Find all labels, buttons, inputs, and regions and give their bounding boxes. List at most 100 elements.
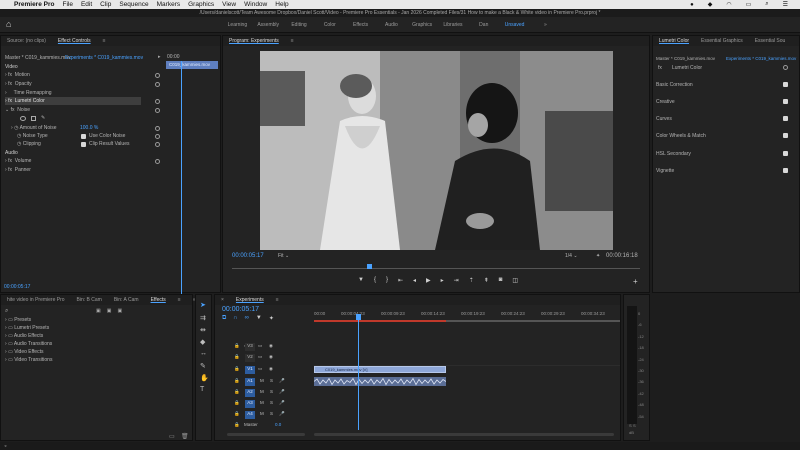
reset-icon[interactable]	[155, 82, 160, 87]
go-to-out-icon[interactable]: ⇥	[454, 277, 459, 287]
effect-row-time-remapping[interactable]: › Time Remapping	[5, 90, 52, 96]
32bit-effects-icon[interactable]: ▣	[107, 308, 112, 314]
amount-value[interactable]: 100.0 %	[80, 125, 98, 131]
menu-sequence[interactable]: Sequence	[119, 1, 148, 8]
eye-icon[interactable]: ◉	[269, 343, 273, 349]
creative-checkbox[interactable]	[783, 99, 788, 104]
track-label-a2[interactable]: A2	[245, 389, 255, 397]
vignette-checkbox[interactable]	[783, 168, 788, 173]
video-clip[interactable]: C019_kammies.mov [V]	[314, 366, 446, 373]
tab-bin-b-cam[interactable]: Bin: B Cam	[71, 297, 108, 303]
reset-icon[interactable]	[155, 142, 160, 147]
expand-chevron-icon[interactable]: ›	[5, 72, 7, 78]
meter-solo-left[interactable]: S	[629, 423, 632, 428]
track-label-v3[interactable]: V3	[245, 343, 255, 351]
solo-icon[interactable]: S	[270, 389, 273, 394]
toggle-output-icon[interactable]: ▭	[258, 354, 262, 360]
workspace-dan[interactable]: Dan	[468, 22, 499, 28]
hsl-secondary-checkbox[interactable]	[783, 151, 788, 156]
razor-tool-icon[interactable]: ◆	[200, 338, 205, 346]
voiceover-icon[interactable]: 🎤	[279, 378, 285, 384]
effect-row-volume[interactable]: › fx Volume	[5, 158, 31, 164]
nest-icon[interactable]: ⧉	[222, 315, 226, 322]
mute-icon[interactable]: M	[260, 378, 264, 383]
timeline-playhead-line[interactable]	[358, 318, 359, 430]
voiceover-icon[interactable]: 🎤	[279, 411, 285, 417]
dropbox-icon[interactable]: ◆	[708, 1, 713, 8]
hand-tool-icon[interactable]: ✋	[200, 374, 209, 382]
stopwatch-icon[interactable]: ◷	[14, 125, 18, 131]
effect-row-panner[interactable]: › fx Panner	[5, 167, 31, 173]
menu-view[interactable]: View	[222, 1, 236, 8]
type-tool-icon[interactable]: T	[200, 386, 204, 393]
reset-icon[interactable]	[155, 108, 160, 113]
menu-app-name[interactable]: Premiere Pro	[14, 1, 54, 8]
lock-icon[interactable]: 🔒	[234, 422, 240, 427]
track-label-v1[interactable]: V1	[245, 366, 255, 374]
battery-icon[interactable]: ▭	[746, 1, 752, 8]
slip-tool-icon[interactable]: ↔	[200, 350, 207, 357]
lock-icon[interactable]: 🔒	[234, 411, 240, 416]
panel-menu-icon[interactable]: ≡	[97, 38, 112, 44]
effect-row-opacity[interactable]: › fx Opacity	[5, 81, 32, 87]
master-value[interactable]: 0.0	[275, 422, 281, 427]
expand-chevron-icon[interactable]: ›	[5, 158, 7, 164]
expand-chevron-icon[interactable]: ›	[5, 81, 7, 87]
reset-icon[interactable]	[155, 126, 160, 131]
section-basic-correction[interactable]: Basic Correction	[656, 82, 693, 88]
solo-icon[interactable]: S	[270, 400, 273, 405]
list-item[interactable]: › ▭ Video Transitions	[5, 357, 52, 363]
tab-program[interactable]: Program: Experiments	[223, 38, 285, 44]
lumetri-sequence-label[interactable]: Experiments * C019_kammies.mov	[726, 56, 796, 61]
menu-file[interactable]: File	[62, 1, 72, 8]
ellipse-mask-icon[interactable]	[20, 116, 26, 121]
lumetri-fx-dropdown[interactable]: Lumetri Color	[672, 65, 702, 71]
list-item[interactable]: › ▭ Lumetri Presets	[5, 325, 49, 331]
reset-icon[interactable]	[155, 134, 160, 139]
meter-solo-right[interactable]: S	[633, 423, 636, 428]
creative-cloud-icon[interactable]: ●	[690, 2, 694, 8]
mute-icon[interactable]: M	[260, 411, 264, 416]
expand-chevron-icon[interactable]: ›	[5, 167, 7, 173]
section-hsl-secondary[interactable]: HSL Secondary	[656, 151, 691, 157]
settings-wrench-icon[interactable]: ✦	[596, 253, 600, 259]
workspace-learning[interactable]: Learning	[222, 22, 253, 28]
track-label-v2[interactable]: V2	[245, 354, 255, 362]
ec-sequence-label[interactable]: Experiments * C019_kammies.mov	[65, 55, 143, 61]
mute-icon[interactable]: M	[260, 389, 264, 394]
menu-window[interactable]: Window	[244, 1, 267, 8]
tab-effects[interactable]: Effects	[145, 297, 172, 303]
clip-result-checkbox[interactable]	[81, 142, 86, 147]
menu-help[interactable]: Help	[275, 1, 288, 8]
list-item[interactable]: › ▭ Audio Effects	[5, 333, 43, 339]
notification-icon[interactable]: ☰	[783, 1, 788, 8]
stopwatch-icon[interactable]: ◷	[17, 141, 21, 147]
list-item[interactable]: › ▭ Video Effects	[5, 349, 43, 355]
panel-menu-icon[interactable]: ≡	[270, 297, 285, 303]
step-back-icon[interactable]: ◂	[413, 277, 416, 287]
collapse-chevron-icon[interactable]: ⌄	[5, 107, 9, 113]
toggle-output-icon[interactable]: ▭	[258, 343, 262, 349]
section-creative[interactable]: Creative	[656, 99, 675, 105]
stopwatch-icon[interactable]: ◷	[17, 133, 21, 139]
workspace-overflow[interactable]: »	[530, 22, 561, 28]
add-marker-icon[interactable]: ▼	[256, 315, 262, 322]
tab-source[interactable]: Source: (no clips)	[1, 38, 52, 44]
mini-timeline-clip[interactable]: C019_kammies.mov	[166, 61, 218, 69]
voiceover-icon[interactable]: 🎤	[279, 389, 285, 395]
comparison-view-icon[interactable]: ◫	[512, 277, 518, 287]
snap-icon[interactable]: ∩	[233, 315, 237, 322]
lock-icon[interactable]: 🔒	[234, 366, 240, 371]
timeline-zoom-scrollbar[interactable]	[314, 433, 614, 436]
workspace-assembly[interactable]: Assembly	[253, 22, 284, 28]
wifi-icon[interactable]: ◠	[726, 1, 731, 8]
button-editor-icon[interactable]: +	[633, 277, 638, 286]
toggle-output-icon[interactable]: ▭	[258, 366, 262, 372]
accelerated-effects-icon[interactable]: ▣	[96, 308, 101, 314]
tab-effect-controls[interactable]: Effect Controls	[52, 38, 97, 44]
effect-row-noise[interactable]: ⌄ fx Noise	[5, 107, 30, 113]
track-height-scrollbar[interactable]	[227, 433, 305, 436]
workspace-audio[interactable]: Audio	[376, 22, 407, 28]
ripple-edit-icon[interactable]: ⇹	[200, 326, 206, 334]
yuv-effects-icon[interactable]: ▣	[117, 308, 122, 314]
